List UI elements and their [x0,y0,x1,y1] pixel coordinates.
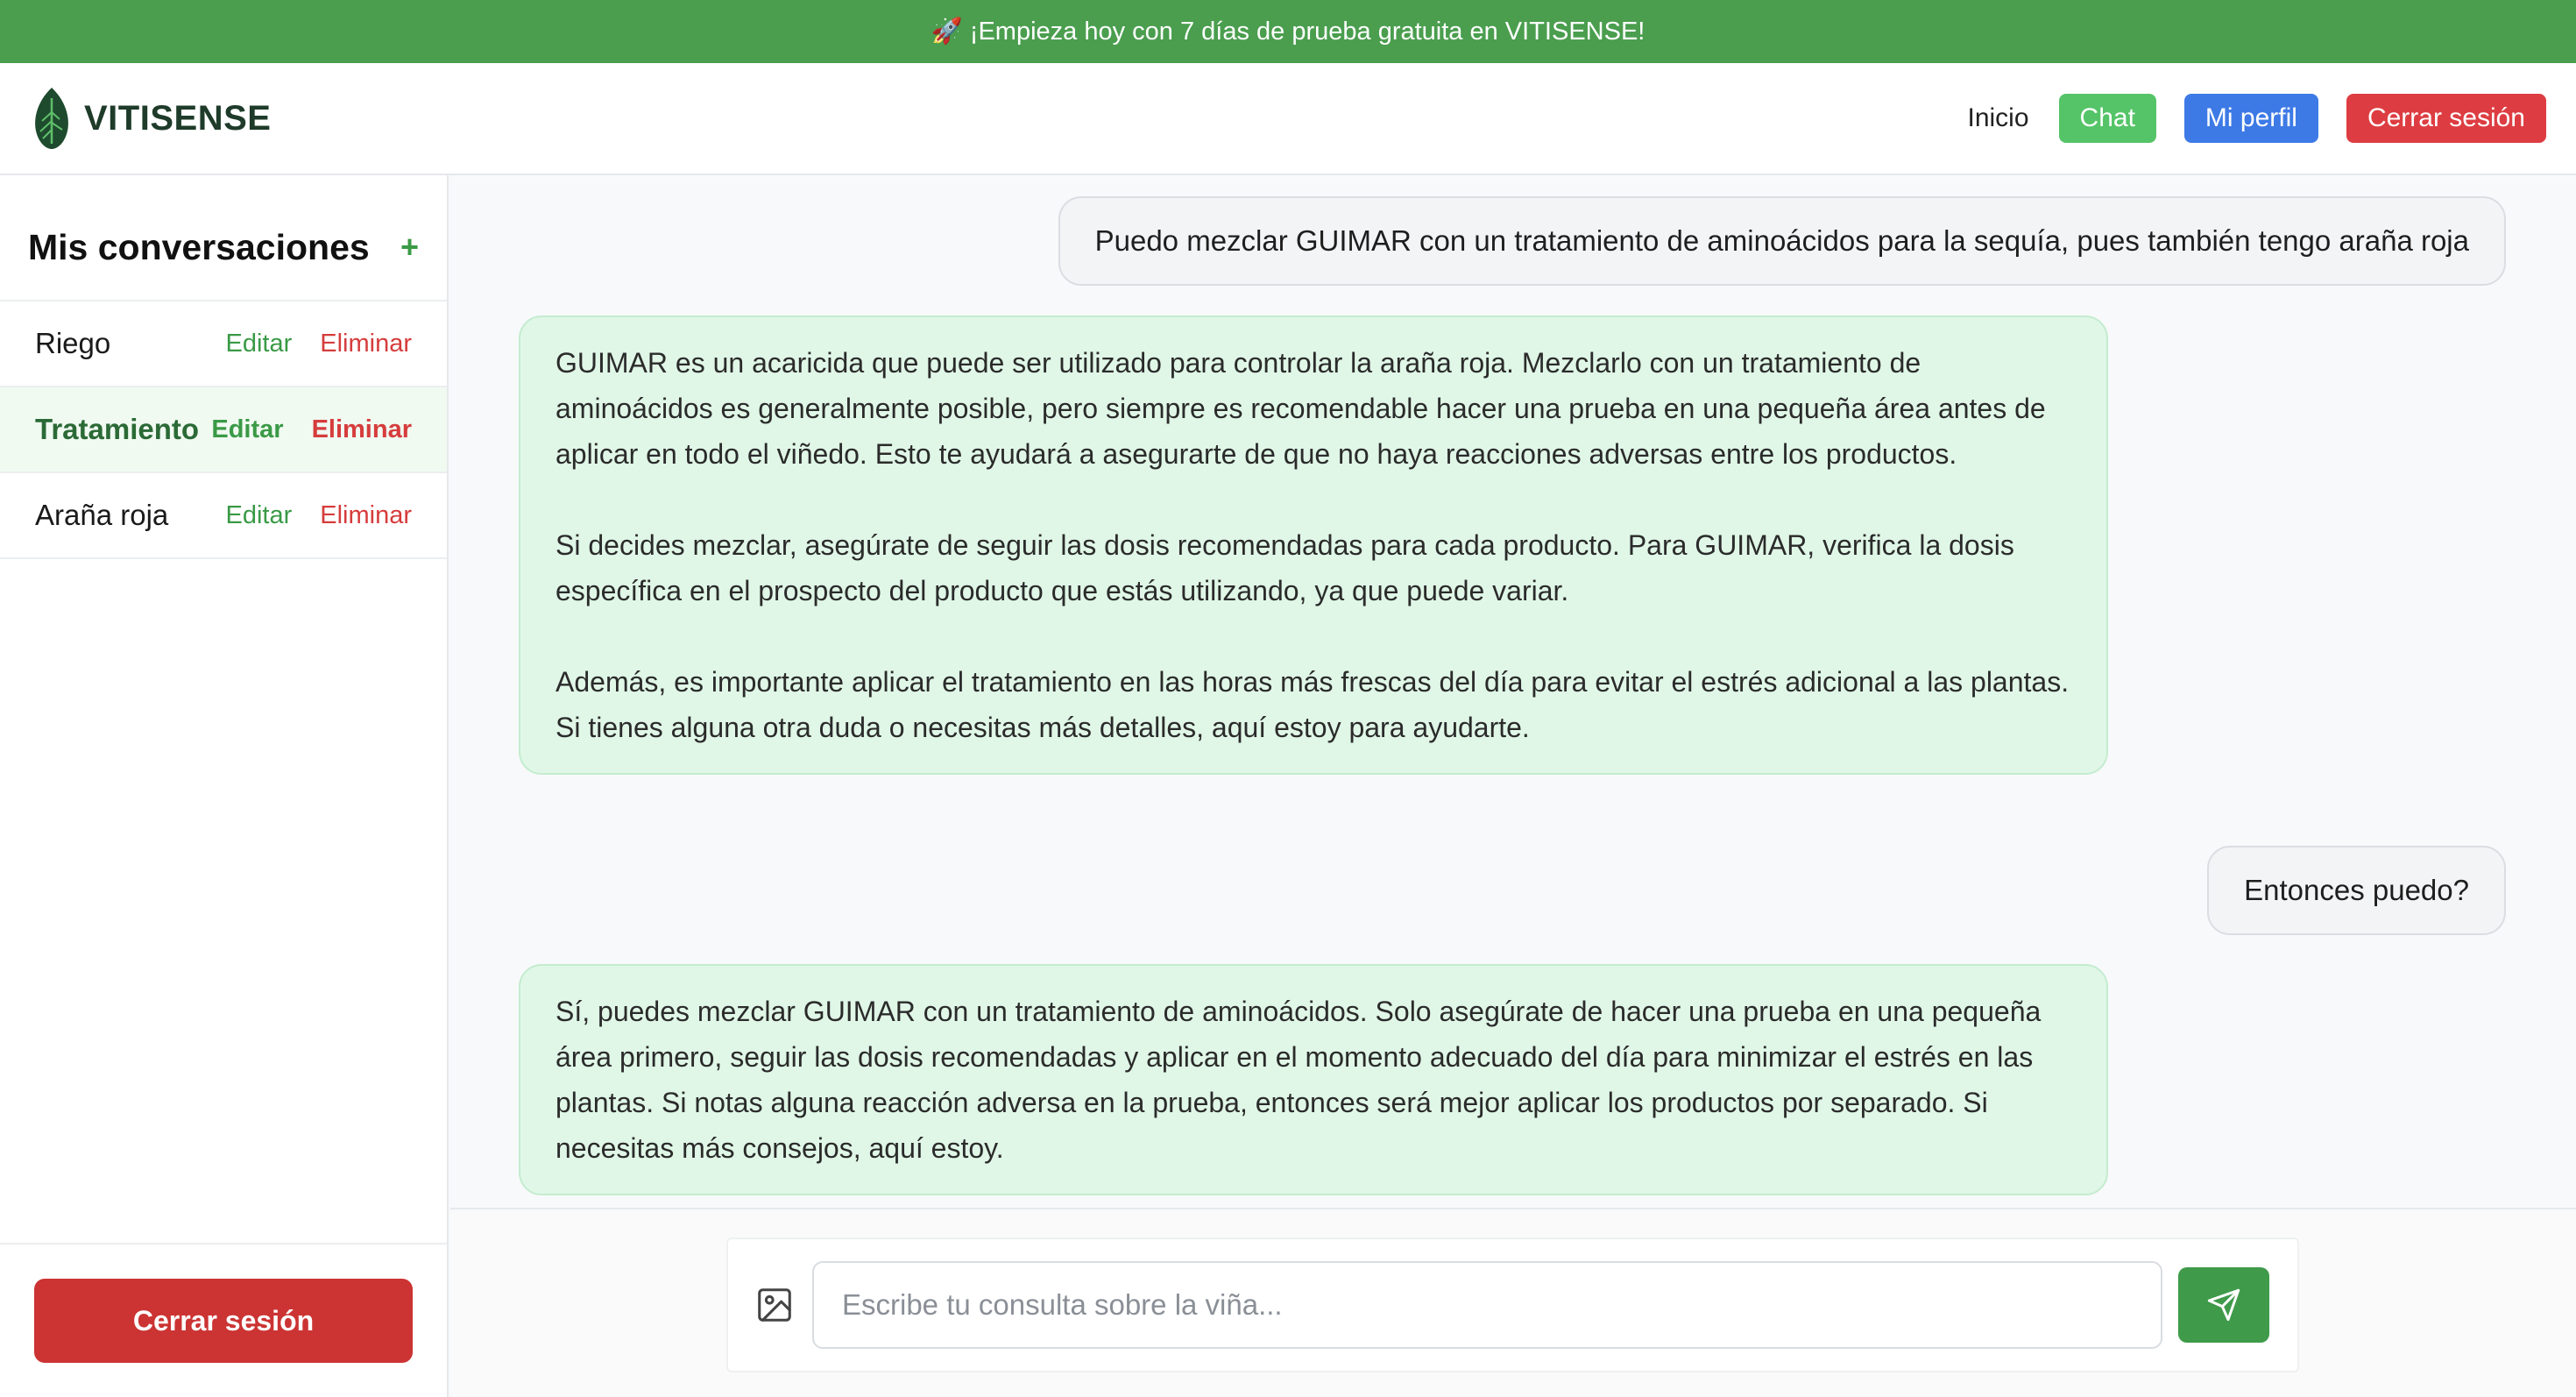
send-button[interactable] [2178,1267,2269,1343]
conversation-name[interactable]: Riego [35,327,225,360]
sidebar-header: Mis conversaciones + [0,195,447,301]
assistant-message: GUIMAR es un acaricida que puede ser uti… [519,316,2108,775]
brand[interactable]: VITISENSE [30,86,271,151]
conversation-item[interactable]: Araña roja Editar Eliminar [0,473,447,559]
promo-text: 🚀 ¡Empieza hoy con 7 días de prueba grat… [931,18,1645,46]
conversation-item[interactable]: Riego Editar Eliminar [0,301,447,387]
nav-profile-button[interactable]: Mi perfil [2183,94,2318,143]
message-composer [726,1237,2299,1372]
nav-links: Inicio Chat Mi perfil Cerrar sesión [1968,94,2546,143]
conversation-name[interactable]: Tratamiento [35,413,211,446]
conversations-sidebar: Mis conversaciones + Riego Editar Elimin… [0,175,449,1397]
message-paragraph: GUIMAR es un acaricida que puede ser uti… [556,347,2046,470]
nav-chat-button[interactable]: Chat [2058,94,2156,143]
chat-input[interactable] [812,1261,2162,1349]
sidebar-logout-button[interactable]: Cerrar sesión [34,1279,413,1363]
user-message: Entonces puedo? [2207,846,2506,935]
send-icon [2207,1288,2240,1322]
conversation-name[interactable]: Araña roja [35,499,225,532]
nav-home-link[interactable]: Inicio [1968,103,2029,133]
sidebar-footer: Cerrar sesión [0,1243,447,1397]
user-message: Puedo mezclar GUIMAR con un tratamiento … [1058,196,2506,286]
assistant-message: Sí, puedes mezclar GUIMAR con un tratami… [519,964,2108,1195]
message-paragraph: Además, es importante aplicar el tratami… [556,666,2070,743]
brand-name: VITISENSE [84,98,272,138]
edit-conversation-button[interactable]: Editar [211,415,283,444]
edit-conversation-button[interactable]: Editar [225,330,292,358]
image-icon[interactable] [754,1285,795,1325]
message-paragraph: Sí, puedes mezclar GUIMAR con un tratami… [556,996,2042,1164]
top-navbar: VITISENSE Inicio Chat Mi perfil Cerrar s… [0,63,2576,175]
delete-conversation-button[interactable]: Eliminar [312,415,412,444]
promo-banner: 🚀 ¡Empieza hoy con 7 días de prueba grat… [0,0,2576,63]
nav-logout-button[interactable]: Cerrar sesión [2346,94,2546,143]
delete-conversation-button[interactable]: Eliminar [320,330,412,358]
conversation-item-active[interactable]: Tratamiento Editar Eliminar [0,387,447,473]
chat-messages[interactable]: Puedo mezclar GUIMAR con un tratamiento … [450,175,2576,1209]
new-conversation-button[interactable]: + [400,229,419,266]
delete-conversation-button[interactable]: Eliminar [320,501,412,530]
leaf-icon [35,88,68,149]
sidebar-title: Mis conversaciones [28,226,370,267]
edit-conversation-button[interactable]: Editar [225,501,292,530]
message-paragraph: Si decides mezclar, asegúrate de seguir … [556,529,2014,606]
